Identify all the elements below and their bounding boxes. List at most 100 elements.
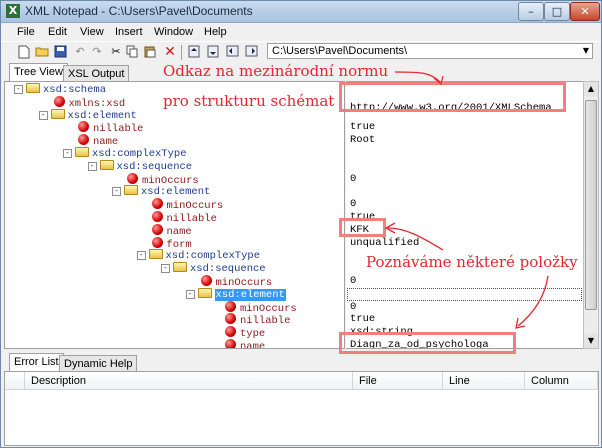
menu-help[interactable]: Help xyxy=(204,26,227,38)
tree-attribute-node[interactable]: minOccurs xyxy=(200,275,272,289)
menu-file[interactable]: File xyxy=(17,26,35,38)
tree-attribute-node[interactable]: name xyxy=(151,223,192,238)
menu-insert[interactable]: Insert xyxy=(115,26,143,38)
node-label: xsd:element xyxy=(141,186,211,199)
location-value: C:\Users\Pavel\Documents\ xyxy=(272,45,408,57)
scrollbar-thumb[interactable] xyxy=(585,100,597,310)
tree-attribute-node[interactable]: nillable xyxy=(151,211,217,225)
tree-collapse-toggle[interactable]: - xyxy=(136,251,146,261)
folder-icon xyxy=(26,83,40,93)
tree-attribute-node[interactable]: minOccurs xyxy=(127,172,199,187)
column-header-line[interactable]: Line xyxy=(443,372,525,390)
tab-tree-view[interactable]: Tree View xyxy=(9,63,68,81)
attribute-ball-icon xyxy=(151,198,163,210)
tab-xsl-output[interactable]: XSL Output xyxy=(63,65,130,81)
attribute-ball-icon xyxy=(225,339,236,348)
undo-icon[interactable]: ↶ xyxy=(73,45,87,59)
node-label: xsd:complexType xyxy=(92,148,187,160)
tree-collapse-toggle[interactable]: - xyxy=(14,85,23,94)
tree-element-node[interactable]: xsd:element xyxy=(50,108,137,122)
node-value[interactable]: true xyxy=(350,313,375,326)
tree-attribute-node[interactable]: form xyxy=(151,236,192,251)
location-combobox[interactable]: C:\Users\Pavel\Documents\ ▼ xyxy=(267,43,593,59)
node-value[interactable]: Root xyxy=(350,134,375,147)
node-value[interactable]: 0 xyxy=(350,198,356,211)
attribute-ball-icon xyxy=(78,134,89,146)
tree-element-node[interactable]: xsd:complexType xyxy=(75,147,187,160)
title-bar[interactable]: X XML Notepad - C:\Users\Pavel\Documents… xyxy=(1,1,601,23)
folder-icon xyxy=(50,108,65,119)
folder-icon xyxy=(75,147,89,157)
copy-icon[interactable] xyxy=(125,45,139,59)
nudge-down-icon[interactable] xyxy=(206,45,220,59)
folder-icon xyxy=(197,287,212,298)
tree-collapse-toggle[interactable]: - xyxy=(63,149,72,158)
tree-element-node[interactable]: xsd:element xyxy=(124,185,210,198)
toolbar-separator xyxy=(181,45,182,60)
tree-attribute-node[interactable]: xmlns:xsd xyxy=(53,95,125,110)
menu-view[interactable]: View xyxy=(80,26,104,38)
tree-attribute-node[interactable]: minOccurs xyxy=(225,300,297,315)
tree-collapse-toggle[interactable]: - xyxy=(185,289,195,299)
highlight-box-namespace xyxy=(339,82,566,112)
node-value[interactable]: true xyxy=(350,121,375,134)
scroll-up-icon[interactable]: ▲ xyxy=(584,82,598,96)
close-button[interactable]: ✕ xyxy=(570,2,600,21)
tree-view-pane[interactable]: - xsd:schema xmlns:xsd - xsd:element nillable… xyxy=(4,81,345,349)
node-label: xsd:schema xyxy=(43,84,107,96)
nudge-up-icon[interactable] xyxy=(187,45,201,59)
tree-collapse-toggle[interactable]: - xyxy=(112,187,121,197)
node-value[interactable]: 0 xyxy=(350,275,356,288)
tree-attribute-node[interactable]: nillable xyxy=(78,121,143,135)
node-label: xsd:complexType xyxy=(165,250,261,263)
folder-icon xyxy=(173,262,187,273)
error-icon-column-header[interactable] xyxy=(5,372,25,390)
tree-collapse-toggle[interactable]: - xyxy=(38,110,48,120)
folder-icon xyxy=(99,159,114,170)
vertical-scrollbar[interactable]: ▲ ▼ xyxy=(583,81,599,349)
open-folder-icon[interactable] xyxy=(35,45,49,59)
tree-attribute-node[interactable]: minOccurs xyxy=(151,198,223,212)
attribute-ball-icon xyxy=(151,223,163,235)
node-value[interactable]: unqualified xyxy=(350,237,419,250)
node-value[interactable]: 0 xyxy=(350,301,356,314)
column-header-file[interactable]: File xyxy=(353,372,443,390)
tree-attribute-node[interactable]: name xyxy=(225,339,265,348)
scroll-down-icon[interactable]: ▼ xyxy=(584,334,598,348)
tree-element-node[interactable]: xsd:schema xyxy=(26,83,106,96)
folder-icon xyxy=(148,249,163,260)
column-header-description[interactable]: Description xyxy=(25,372,353,390)
delete-icon[interactable]: ✕ xyxy=(163,45,177,59)
paste-icon[interactable] xyxy=(143,45,157,59)
redo-icon[interactable]: ↷ xyxy=(90,45,104,59)
attribute-ball-icon xyxy=(225,300,236,312)
new-file-icon[interactable] xyxy=(17,45,31,59)
tree-element-node[interactable]: xsd:sequence xyxy=(99,159,192,173)
menu-edit[interactable]: Edit xyxy=(48,26,67,38)
attribute-ball-icon xyxy=(53,95,65,107)
dropdown-arrow-icon[interactable]: ▼ xyxy=(583,44,589,58)
tree-attribute-node[interactable]: name xyxy=(78,134,118,148)
node-value[interactable]: 0 xyxy=(350,173,356,186)
menu-window[interactable]: Window xyxy=(154,26,193,38)
column-header-column[interactable]: Column xyxy=(525,372,598,390)
tree-element-node[interactable]: xsd:sequence xyxy=(173,262,266,275)
tree-collapse-toggle[interactable]: - xyxy=(161,264,170,274)
tab-dynamic-help[interactable]: Dynamic Help xyxy=(59,355,138,371)
cut-icon[interactable]: ✂ xyxy=(109,45,123,59)
nudge-left-icon[interactable] xyxy=(225,45,239,59)
node-value[interactable] xyxy=(347,287,582,301)
save-icon[interactable] xyxy=(53,45,67,59)
annotation-top-line1: Odkaz na mezinárodní normu xyxy=(163,62,389,80)
nudge-right-icon[interactable] xyxy=(244,45,258,59)
tree-attribute-node[interactable]: type xyxy=(225,326,265,340)
maximize-button[interactable]: □ xyxy=(544,2,570,21)
tree-collapse-toggle[interactable]: - xyxy=(87,161,97,171)
node-label: xsd:element xyxy=(214,288,286,301)
tree-element-node[interactable]: xsd:element xyxy=(197,287,286,301)
tree-attribute-node[interactable]: nillable xyxy=(225,313,290,327)
minimize-button[interactable]: – xyxy=(518,2,544,21)
node-value-pane[interactable]: http://www.w3.org/2001/XMLSchema true Root… xyxy=(346,81,583,349)
tree-element-node[interactable]: xsd:complexType xyxy=(148,249,261,263)
tab-error-list[interactable]: Error List xyxy=(9,353,64,371)
